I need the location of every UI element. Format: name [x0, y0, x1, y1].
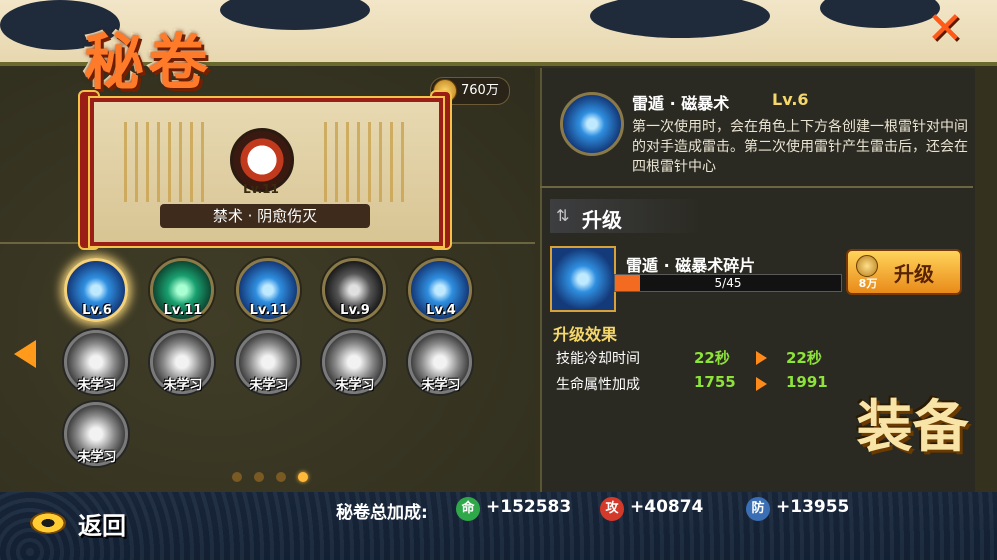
scroll-level: Lv.11 — [243, 182, 279, 196]
upgrade-effect-title: 升级效果 — [553, 325, 618, 344]
currency-amount: 760万 — [461, 83, 499, 98]
scroll-calligraphy — [124, 122, 204, 202]
effect-to-value: 1991 — [786, 373, 828, 391]
page-title: 秘卷 — [84, 28, 212, 98]
skill-locked-label: 未学习 — [163, 378, 203, 393]
upgrade-cost: 8万 — [858, 277, 878, 290]
progress-text: 5/45 — [714, 276, 742, 290]
stat-badge-def: 防 — [746, 497, 770, 521]
page-dot[interactable] — [276, 472, 286, 482]
arrow-right-icon — [756, 377, 767, 391]
stat-badge-hp: 命 — [456, 497, 480, 521]
skill-description: 第一次使用时，会在角色上下方各创建一根雷针对中间的对手造成雷击。第二次使用雷针产… — [632, 119, 968, 175]
skill-locked-label: 未学习 — [249, 378, 289, 393]
close-x-icon[interactable]: ✕ — [920, 4, 970, 54]
skill-level: Lv.6 — [772, 90, 809, 109]
skill-locked-label: 未学习 — [77, 378, 117, 393]
skill-name: 雷遁 · 磁暴术 — [632, 94, 730, 113]
skill-level-label: Lv.11 — [249, 303, 289, 318]
effect-from-value: 1755 — [694, 373, 736, 391]
panel-divider — [540, 186, 973, 188]
upgrade-header-bg — [550, 199, 700, 233]
page-dot[interactable] — [232, 472, 242, 482]
skill-level-label: Lv.4 — [426, 303, 456, 318]
effect-from-value: 22秒 — [694, 349, 730, 367]
fragment-name: 雷遁 · 磁暴术碎片 — [626, 256, 756, 275]
stat-value-atk: +40874 — [630, 497, 704, 517]
coin-icon — [856, 255, 878, 277]
back-eye-icon — [30, 512, 66, 534]
upgrade-button-label: 升级 — [894, 262, 934, 286]
prev-page-arrow-icon[interactable] — [14, 340, 36, 368]
scroll-calligraphy — [324, 122, 404, 202]
back-label: 返回 — [78, 512, 126, 540]
page-dot[interactable] — [254, 472, 264, 482]
fragment-icon[interactable] — [550, 246, 616, 312]
skill-locked-label: 未学习 — [421, 378, 461, 393]
skill-level-label: Lv.9 — [340, 303, 370, 318]
upgrade-button[interactable]: 8万 升级 — [846, 249, 962, 295]
skill-level-label: Lv.6 — [82, 303, 112, 318]
stat-badge-atk: 攻 — [600, 497, 624, 521]
skill-locked-label: 未学习 — [335, 378, 375, 393]
skill-locked-label: 未学习 — [77, 450, 117, 465]
back-button[interactable]: 返回 — [30, 502, 140, 546]
stat-value-hp: +152583 — [486, 497, 572, 517]
stat-value-def: +13955 — [776, 497, 850, 517]
selected-skill-icon — [560, 92, 624, 156]
fragment-progress-bar: 5/45 — [614, 274, 842, 292]
effect-label: 生命属性加成 — [556, 377, 640, 393]
totals-label: 秘卷总加成: — [336, 503, 428, 523]
scroll-name: 禁术 · 阴愈伤灭 — [160, 204, 370, 228]
arrow-right-icon — [756, 351, 767, 365]
effect-label: 技能冷却时间 — [556, 351, 640, 367]
skill-level-label: Lv.11 — [163, 303, 203, 318]
upgrade-title: 升级 — [582, 208, 622, 232]
effect-to-value: 22秒 — [786, 349, 822, 367]
upgrade-icon: ⇅ — [556, 206, 570, 225]
page-dot-active[interactable] — [298, 472, 308, 482]
